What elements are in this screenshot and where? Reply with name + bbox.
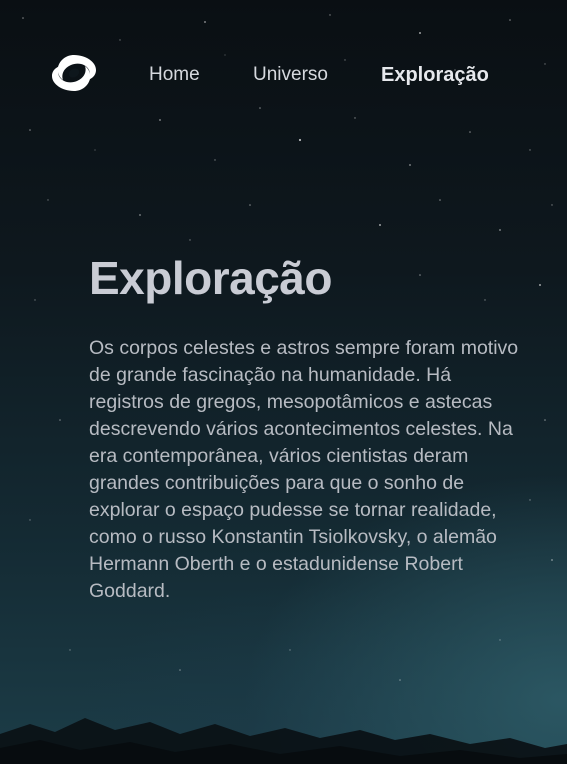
intro-paragraph: Os corpos celestes e astros sempre foram… [89, 337, 519, 602]
nav-link-universo[interactable]: Universo [253, 62, 328, 88]
main-navigation: Home Universo Exploração [0, 62, 567, 90]
page-title: Exploração [89, 252, 333, 304]
mountain-silhouette [0, 718, 567, 764]
nav-link-exploracao[interactable]: Exploração [381, 62, 489, 88]
page: Home Universo Exploração Exploração Os c… [0, 0, 567, 764]
nav-link-home[interactable]: Home [149, 62, 200, 88]
